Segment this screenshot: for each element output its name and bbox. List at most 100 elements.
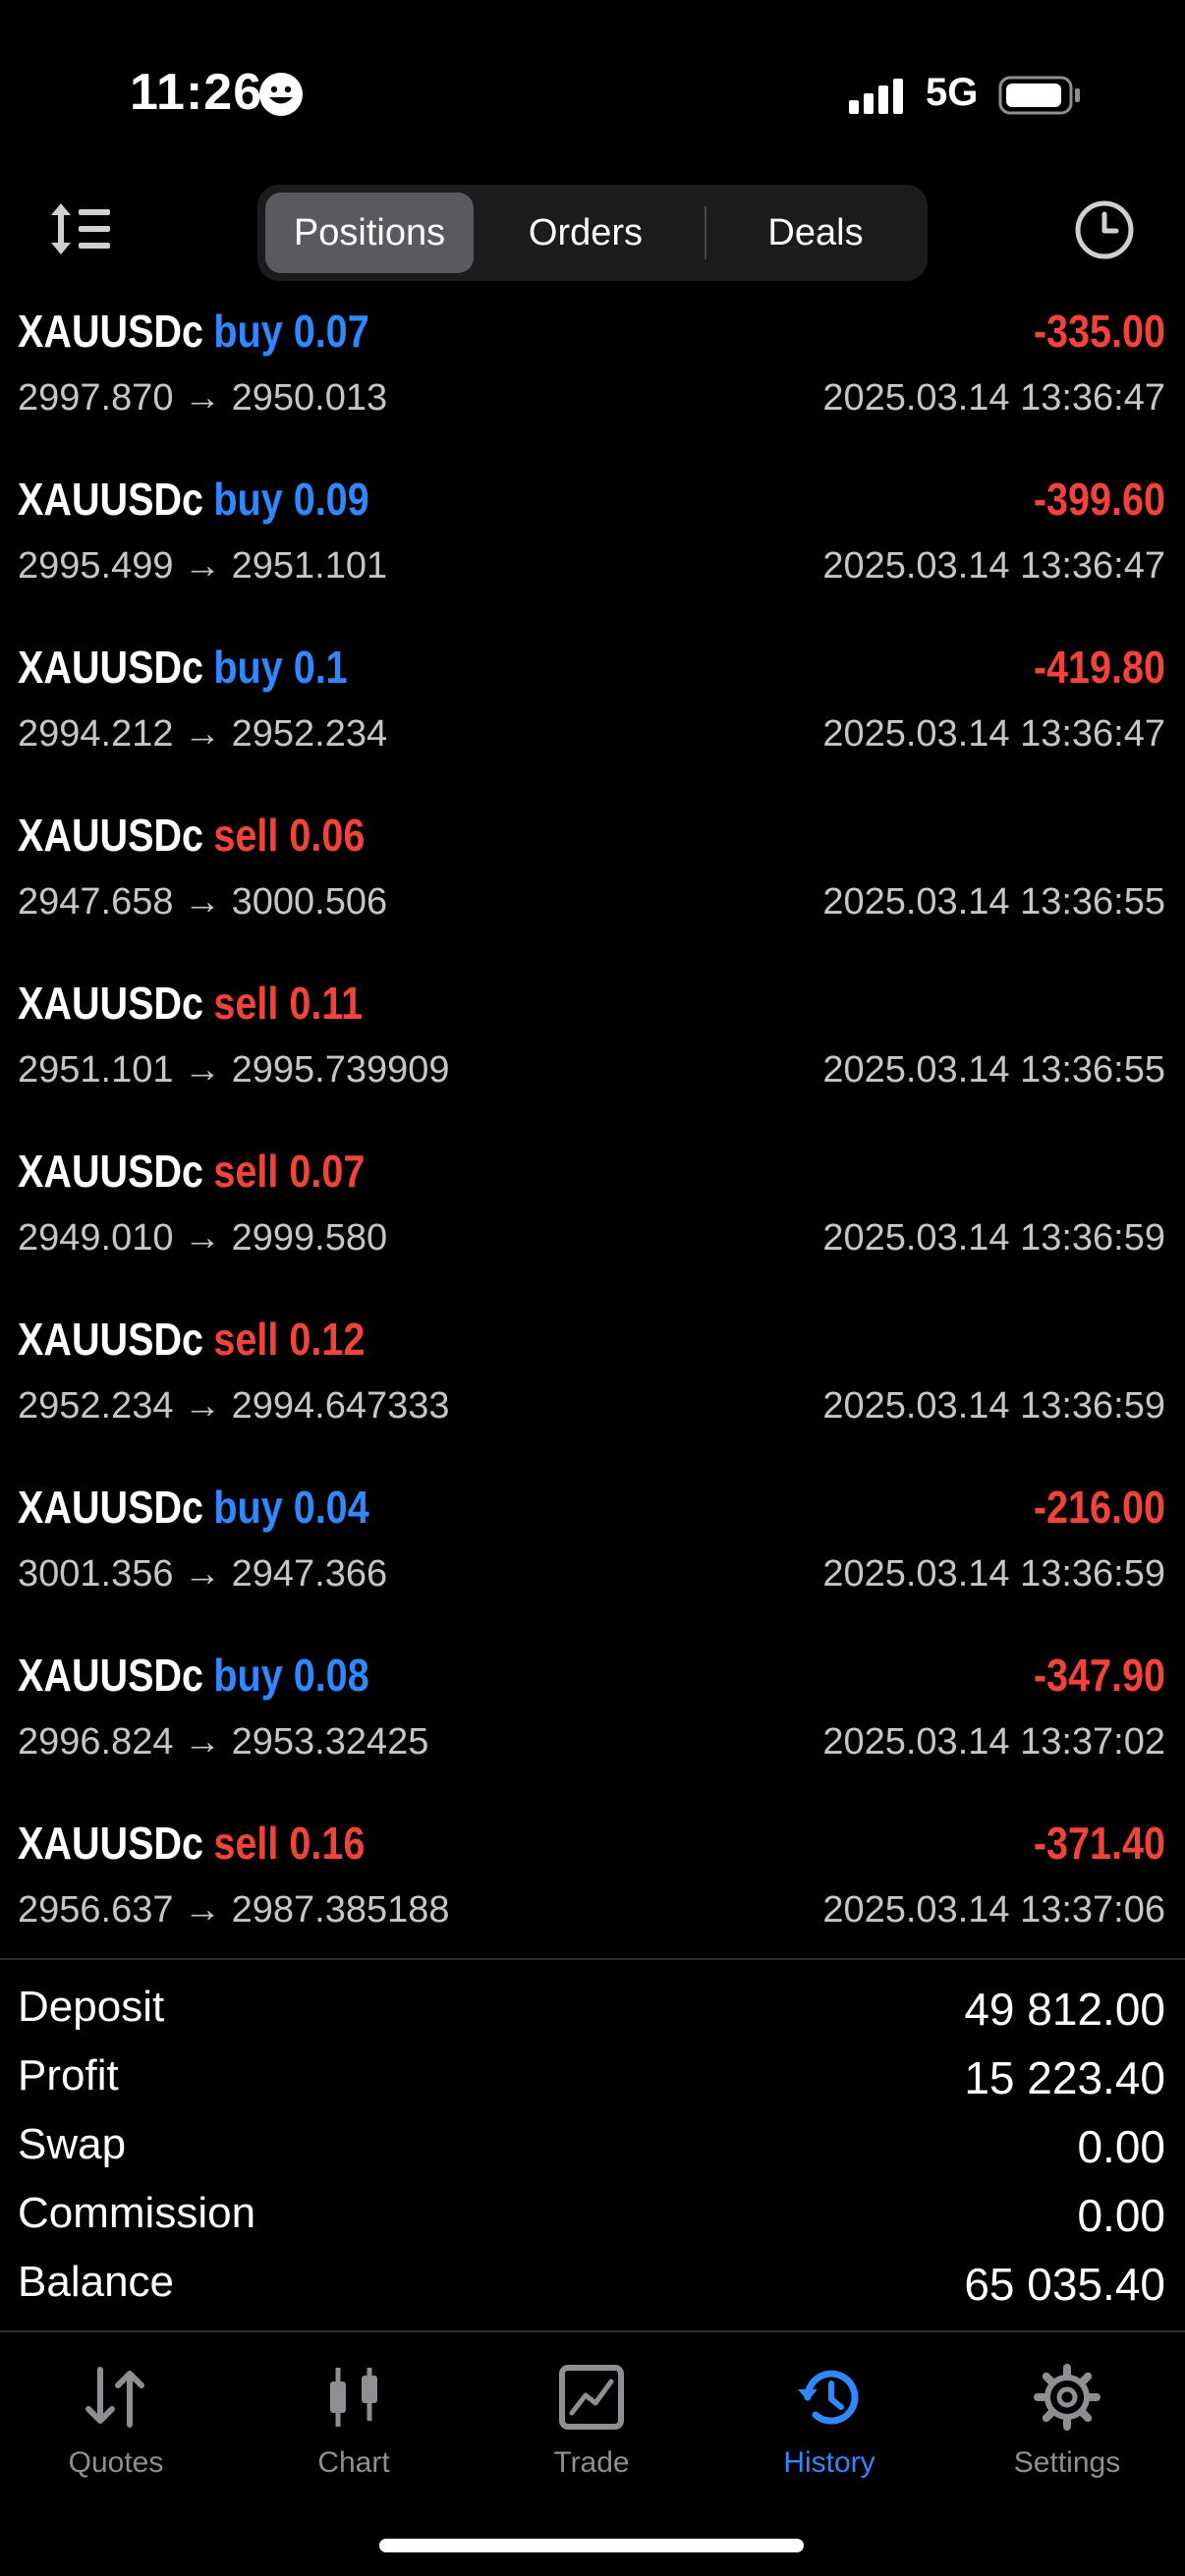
summary-row-balance: Balance 65 035.40 [0, 2250, 1185, 2319]
summary-value: 49 812.00 [964, 1984, 1165, 2035]
table-row[interactable]: XAUUSDc buy 0.1 -419.80 2994.212 → 2952.2… [0, 629, 1185, 797]
table-row[interactable]: XAUUSDc buy 0.08 -347.90 2996.824 → 2953.… [0, 1637, 1185, 1805]
row-time: 2025.03.14 13:37:06 [822, 1889, 1165, 1931]
table-row[interactable]: XAUUSDc buy 0.09 -399.60 2995.499 → 2951.… [0, 461, 1185, 629]
row-side: sell 0.06 [213, 810, 366, 861]
row-symbol: XAUUSDc [18, 978, 204, 1029]
segment-divider [705, 206, 706, 259]
status-time: 11:26 [130, 64, 263, 121]
row-side: sell 0.07 [213, 1146, 366, 1197]
status-bar: 11:26 5G [0, 0, 1185, 187]
row-prices: 2947.658 → 3000.506 [18, 881, 388, 923]
tab-label: Quotes [68, 2446, 164, 2479]
row-side: buy 0.1 [213, 642, 348, 693]
row-prices: 2951.101 → 2995.739909 [18, 1049, 450, 1091]
tab-label: Trade [553, 2446, 630, 2479]
summary-label: Profit [18, 2051, 119, 2100]
row-time: 2025.03.14 13:36:47 [822, 377, 1165, 419]
row-symbol: XAUUSDc [18, 1314, 204, 1365]
table-row[interactable]: XAUUSDc sell 0.06 2947.658 → 3000.506 202… [0, 797, 1185, 965]
battery-icon [998, 76, 1080, 115]
tab-quotes[interactable]: Quotes [8, 2362, 224, 2509]
tab-label: Settings [1013, 2446, 1121, 2479]
chart-icon [330, 2368, 377, 2427]
table-row[interactable]: XAUUSDc sell 0.07 2949.010 → 2999.580 202… [0, 1133, 1185, 1301]
row-prices: 2949.010 → 2999.580 [18, 1217, 388, 1259]
table-row[interactable]: XAUUSDc sell 0.12 2952.234 → 2994.647333 … [0, 1301, 1185, 1469]
row-profit: -371.40 [1033, 1818, 1165, 1869]
table-row[interactable]: XAUUSDc sell 0.11 2951.101 → 2995.739909 … [0, 965, 1185, 1133]
settings-icon [1034, 2364, 1100, 2431]
row-time: 2025.03.14 13:36:55 [822, 881, 1165, 923]
summary-value: 0.00 [1077, 2190, 1165, 2241]
summary-value: 65 035.40 [964, 2259, 1165, 2310]
row-time: 2025.03.14 13:36:59 [822, 1217, 1165, 1259]
row-side: buy 0.08 [213, 1650, 369, 1701]
row-side: buy 0.09 [213, 474, 369, 525]
history-icon [798, 2370, 859, 2425]
tab-orders[interactable]: Orders [481, 193, 690, 273]
trade-icon [559, 2365, 624, 2430]
row-side: sell 0.16 [213, 1818, 366, 1869]
row-symbol: XAUUSDc [18, 474, 204, 525]
row-time: 2025.03.14 13:36:47 [822, 713, 1165, 755]
history-segmented-control: Positions Orders Deals [257, 185, 928, 281]
summary-row-swap: Swap 0.00 [0, 2112, 1185, 2181]
row-symbol: XAUUSDc [18, 1818, 204, 1869]
summary-row-deposit: Deposit 49 812.00 [0, 1975, 1185, 2044]
row-symbol: XAUUSDc [18, 1482, 204, 1533]
row-prices: 2956.637 → 2987.385188 [18, 1889, 450, 1931]
row-symbol: XAUUSDc [18, 810, 204, 861]
row-time: 2025.03.14 13:36:59 [822, 1553, 1165, 1595]
smiley-icon [259, 73, 303, 116]
summary-row-profit: Profit 15 223.40 [0, 2044, 1185, 2112]
row-prices: 2995.499 → 2951.101 [18, 545, 388, 587]
summary-label: Deposit [18, 1983, 165, 2031]
row-profit: -399.60 [1033, 474, 1165, 525]
summary-label: Swap [18, 2120, 127, 2168]
row-side: sell 0.11 [213, 978, 364, 1029]
row-profit: -419.80 [1033, 642, 1165, 693]
row-prices: 2994.212 → 2952.234 [18, 713, 388, 755]
row-side: buy 0.04 [213, 1482, 369, 1533]
row-symbol: XAUUSDc [18, 1146, 204, 1197]
row-profit: -347.90 [1033, 1650, 1165, 1701]
home-indicator[interactable] [379, 2539, 804, 2552]
table-row[interactable]: XAUUSDc sell 0.16 -371.40 2956.637 → 2987… [0, 1805, 1185, 1973]
row-symbol: XAUUSDc [18, 1650, 204, 1701]
row-time: 2025.03.14 13:36:59 [822, 1385, 1165, 1427]
tab-label: History [783, 2446, 875, 2479]
positions-list: XAUUSDc buy 0.07 -335.00 2997.870 → 2950.… [0, 293, 1185, 1973]
row-side: sell 0.12 [213, 1314, 366, 1365]
tab-chart[interactable]: Chart [246, 2362, 462, 2509]
row-time: 2025.03.14 13:37:02 [822, 1721, 1165, 1763]
row-time: 2025.03.14 13:36:55 [822, 1049, 1165, 1091]
cellular-signal-icon [849, 79, 903, 114]
clock-icon[interactable] [1073, 198, 1136, 261]
row-profit: -216.00 [1033, 1482, 1165, 1533]
row-profit: -335.00 [1033, 306, 1165, 357]
tab-label: Chart [317, 2446, 390, 2479]
table-row[interactable]: XAUUSDc buy 0.04 -216.00 3001.356 → 2947.… [0, 1469, 1185, 1637]
row-prices: 2952.234 → 2994.647333 [18, 1385, 450, 1427]
table-row[interactable]: XAUUSDc buy 0.07 -335.00 2997.870 → 2950.… [0, 293, 1185, 461]
tab-positions[interactable]: Positions [265, 193, 474, 273]
tab-history[interactable]: History [721, 2362, 937, 2509]
row-time: 2025.03.14 13:36:47 [822, 545, 1165, 587]
row-symbol: XAUUSDc [18, 306, 204, 357]
network-type: 5G [926, 71, 979, 114]
row-prices: 2996.824 → 2953.32425 [18, 1721, 429, 1763]
tab-deals[interactable]: Deals [711, 193, 920, 273]
summary-value: 15 223.40 [964, 2052, 1165, 2103]
sort-icon[interactable] [49, 199, 114, 258]
tab-settings[interactable]: Settings [959, 2362, 1175, 2509]
summary-value: 0.00 [1077, 2121, 1165, 2172]
account-summary: Deposit 49 812.00 Profit 15 223.40 Swap … [0, 1975, 1185, 2319]
row-side: buy 0.07 [213, 306, 369, 357]
row-prices: 2997.870 → 2950.013 [18, 377, 388, 419]
summary-label: Commission [18, 2189, 256, 2237]
row-symbol: XAUUSDc [18, 642, 204, 693]
quotes-icon [85, 2367, 144, 2428]
row-prices: 3001.356 → 2947.366 [18, 1553, 388, 1595]
tab-trade[interactable]: Trade [483, 2362, 700, 2509]
